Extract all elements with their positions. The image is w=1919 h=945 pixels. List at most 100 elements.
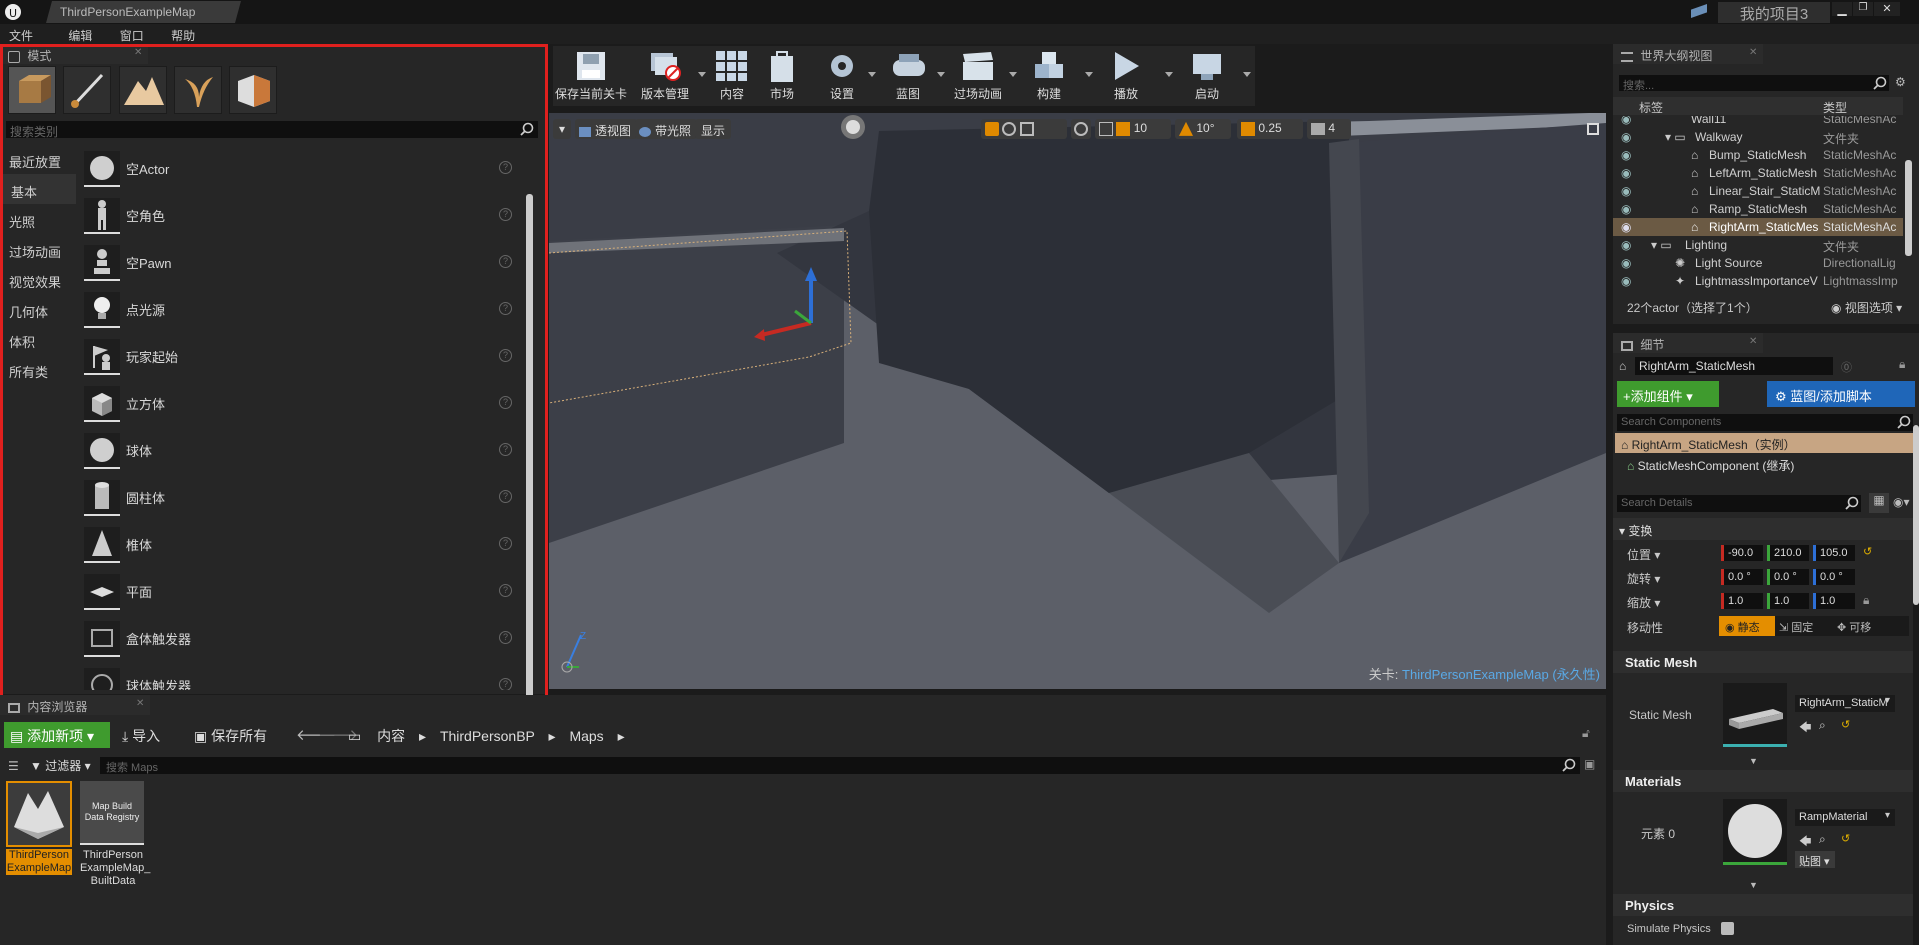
eye-icon[interactable]: ◉ (1621, 148, 1631, 162)
material-dropdown[interactable]: RampMaterial (1795, 809, 1895, 826)
scale-snap-toggle[interactable]: 0.25 (1237, 119, 1303, 139)
outliner-settings-icon[interactable]: ⚙ (1895, 75, 1911, 91)
rotation-x[interactable]: 0.0 ° (1721, 569, 1763, 585)
outliner-col-type[interactable]: 类型 (1823, 99, 1847, 116)
asset-builtdata[interactable]: Map Build Data Registry ThirdPerson Exam… (80, 781, 150, 887)
tree-row-leftarm[interactable]: ◉ ⌂ LeftArm_StaticMesh StaticMeshAc (1613, 164, 1903, 182)
eye-icon[interactable]: ◉ (1621, 256, 1631, 270)
static-mesh-section[interactable]: Static Mesh (1613, 651, 1913, 673)
marketplace-button[interactable]: 市场 (759, 46, 805, 106)
save-all-button[interactable]: ▣ 保存所有 (194, 726, 267, 746)
breadcrumb-maps[interactable]: Maps (569, 728, 603, 744)
outliner-col-label[interactable]: 标签 (1639, 99, 1663, 116)
help-icon[interactable]: ? (499, 208, 512, 221)
settings-button[interactable]: 设置 (817, 46, 867, 106)
rotation-y[interactable]: 0.0 ° (1767, 569, 1809, 585)
place-item-empty-pawn[interactable]: 空Pawn? (79, 239, 524, 286)
browse-search-icon[interactable]: ⌕ (1819, 832, 1826, 847)
reset-location-icon[interactable]: ↺ (1863, 545, 1872, 558)
material-thumbnail[interactable] (1723, 799, 1787, 865)
close-tab-icon[interactable]: ✕ (1749, 47, 1757, 58)
eye-icon[interactable]: ◉ (1621, 166, 1631, 180)
eye-icon[interactable]: ◉ (1621, 130, 1631, 144)
eye-icon[interactable]: ◉ (1621, 202, 1631, 216)
help-icon[interactable]: ? (499, 161, 512, 174)
translate-icon[interactable] (985, 121, 999, 136)
level-viewport[interactable]: ▾ 透视图 带光照 显示 10 10° 0.25 4 Z 关卡: ThirdPe… (549, 113, 1606, 689)
use-selected-icon[interactable]: 🡄 (1799, 718, 1811, 739)
blueprints-button[interactable]: 蓝图 (883, 46, 933, 106)
actor-name-field[interactable]: RightArm_StaticMesh (1635, 357, 1833, 375)
menu-file[interactable]: 文件 (0, 24, 42, 44)
outliner-scrollbar[interactable] (1905, 160, 1912, 256)
close-button[interactable]: ✕ (1874, 2, 1900, 16)
rotate-icon[interactable] (1002, 121, 1017, 136)
launch-button[interactable]: 启动 (1179, 46, 1235, 106)
reset-material-icon[interactable]: ↺ (1841, 832, 1850, 845)
location-label[interactable]: 位置 ▾ (1627, 546, 1660, 563)
help-icon[interactable]: ? (499, 396, 512, 409)
cinematics-dropdown-icon[interactable] (1009, 72, 1017, 77)
content-button[interactable]: 内容 (709, 46, 755, 106)
place-item-cube[interactable]: 立方体? (79, 380, 524, 427)
place-item-cylinder[interactable]: 圆柱体? (79, 474, 524, 521)
camera-speed-button[interactable]: 4 (1307, 119, 1351, 139)
place-item-plane[interactable]: 平面? (79, 568, 524, 615)
category-geometry[interactable]: 几何体 (0, 294, 76, 324)
source-control-dropdown-icon[interactable] (698, 72, 706, 77)
help-icon[interactable]: ? (499, 349, 512, 362)
breadcrumb-content[interactable]: 内容 (377, 728, 405, 744)
asset-thirdperson-map[interactable]: ThirdPerson ExampleMap (6, 781, 72, 887)
category-lights[interactable]: 光照 (0, 204, 76, 234)
geometry-mode-button[interactable] (229, 66, 278, 114)
help-icon[interactable]: ⓪ (1841, 359, 1852, 375)
component-search[interactable]: Search Components (1617, 414, 1913, 431)
eye-icon[interactable]: ◉ (1621, 116, 1631, 126)
help-icon[interactable]: ? (499, 631, 512, 644)
launch-dropdown-icon[interactable] (1243, 72, 1251, 77)
rotation-z[interactable]: 0.0 ° (1813, 569, 1855, 585)
browse-search-icon[interactable]: ⌕ (1819, 718, 1826, 733)
menu-help[interactable]: 帮助 (162, 24, 204, 44)
reset-mesh-icon[interactable]: ↺ (1841, 718, 1850, 731)
lock-icon[interactable]: 🔒︎ (1899, 357, 1905, 372)
lock-scale-icon[interactable]: 🔒︎ (1863, 593, 1869, 608)
place-item-empty-actor[interactable]: 空Actor? (79, 145, 524, 192)
tree-row-lightmass[interactable]: ◉ ✦ LightmassImportanceV LightmassImp (1613, 272, 1903, 290)
place-item-sphere[interactable]: 球体? (79, 427, 524, 474)
build-dropdown-icon[interactable] (1085, 72, 1093, 77)
landscape-mode-button[interactable] (118, 66, 167, 114)
save-search-icon[interactable]: ▣ (1584, 757, 1595, 771)
chevron-right-icon[interactable]: ▸ (419, 728, 426, 744)
add-new-button[interactable]: ▤ 添加新项 ▾ (4, 722, 110, 748)
blueprints-dropdown-icon[interactable] (937, 72, 945, 77)
category-search[interactable]: 搜索类别 (6, 121, 538, 139)
world-local-button[interactable] (1071, 119, 1091, 139)
breadcrumb-thirdpersonbp[interactable]: ThirdPersonBP (440, 728, 535, 744)
category-all-classes[interactable]: 所有类 (0, 354, 76, 384)
content-browser-tab[interactable]: 内容浏览器 ✕ (0, 695, 150, 715)
play-dropdown-icon[interactable] (1165, 72, 1173, 77)
scale-y[interactable]: 1.0 (1767, 593, 1809, 609)
minimize-button[interactable]: ▁ (1832, 2, 1852, 16)
help-icon[interactable]: ? (499, 255, 512, 268)
help-icon[interactable]: ? (499, 302, 512, 315)
simulate-physics-checkbox[interactable] (1721, 922, 1734, 935)
paint-mode-button[interactable] (63, 66, 112, 114)
place-item-empty-character[interactable]: 空角色? (79, 192, 524, 239)
tree-row-walkway[interactable]: ◉ ▾ ▭ Walkway 文件夹 (1613, 128, 1903, 146)
close-tab-icon[interactable]: ✕ (1749, 336, 1757, 347)
visibility-filter-icon[interactable]: ◉▾ (1893, 495, 1910, 509)
physics-section[interactable]: Physics (1613, 894, 1913, 916)
place-mode-button[interactable] (8, 66, 56, 114)
lit-button[interactable]: 带光照 (635, 119, 698, 139)
tree-row-bump[interactable]: ◉ ⌂ Bump_StaticMesh StaticMeshAc (1613, 146, 1903, 164)
modes-tab[interactable]: 模式 ✕ (0, 44, 148, 64)
foliage-mode-button[interactable] (174, 66, 223, 114)
location-z[interactable]: 105.0 (1813, 545, 1855, 561)
eye-icon[interactable]: ◉ (1621, 238, 1631, 252)
tree-row-linear-stair[interactable]: ◉ ⌂ Linear_Stair_StaticM StaticMeshAc (1613, 182, 1903, 200)
expand-arrow-icon[interactable]: ▼ (1749, 756, 1758, 766)
add-component-button[interactable]: +添加组件 ▾ (1617, 381, 1719, 407)
play-button[interactable]: 播放 (1103, 46, 1149, 106)
